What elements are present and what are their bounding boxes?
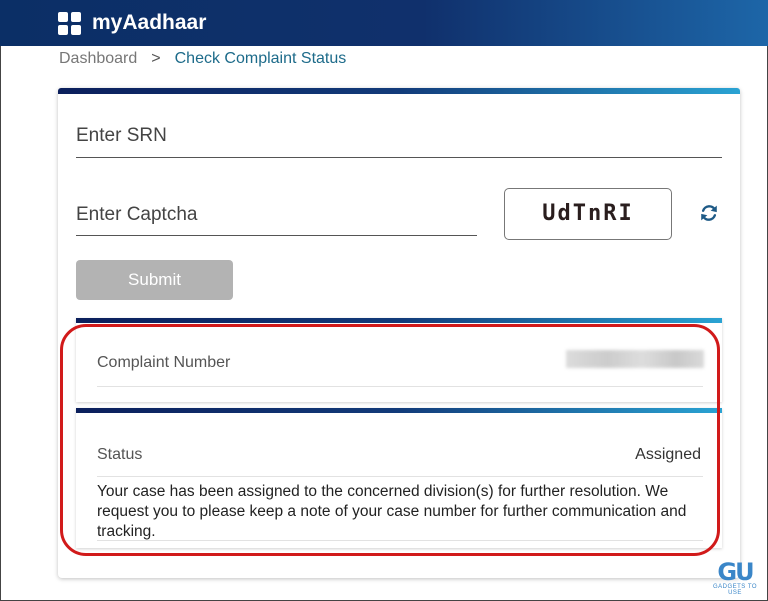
watermark-mark: GU	[717, 558, 754, 586]
grid-logo-icon[interactable]	[58, 12, 82, 36]
app-header: myAadhaar	[0, 0, 768, 46]
srn-input-underline	[76, 157, 722, 158]
captcha-input-underline	[76, 235, 477, 236]
submit-button[interactable]: Submit	[76, 260, 233, 300]
panel-accent-bar	[76, 318, 722, 323]
breadcrumb: Dashboard > Check Complaint Status	[59, 50, 346, 68]
captcha-text: UdTnRI	[542, 201, 634, 226]
watermark-text: GADGETS TO USE	[712, 584, 758, 596]
refresh-icon[interactable]	[698, 202, 720, 224]
app-title[interactable]: myAadhaar	[92, 11, 206, 35]
annotation-highlight-ring	[60, 324, 720, 556]
breadcrumb-current: Check Complaint Status	[174, 50, 347, 67]
breadcrumb-dashboard[interactable]: Dashboard	[59, 50, 137, 67]
breadcrumb-separator: >	[151, 50, 161, 67]
card-accent-bar	[58, 88, 740, 94]
captcha-image: UdTnRI	[504, 188, 672, 240]
captcha-input[interactable]: Enter Captcha	[76, 204, 197, 226]
srn-input[interactable]: Enter SRN	[76, 125, 167, 147]
watermark-logo: GU GADGETS TO USE	[710, 560, 760, 596]
